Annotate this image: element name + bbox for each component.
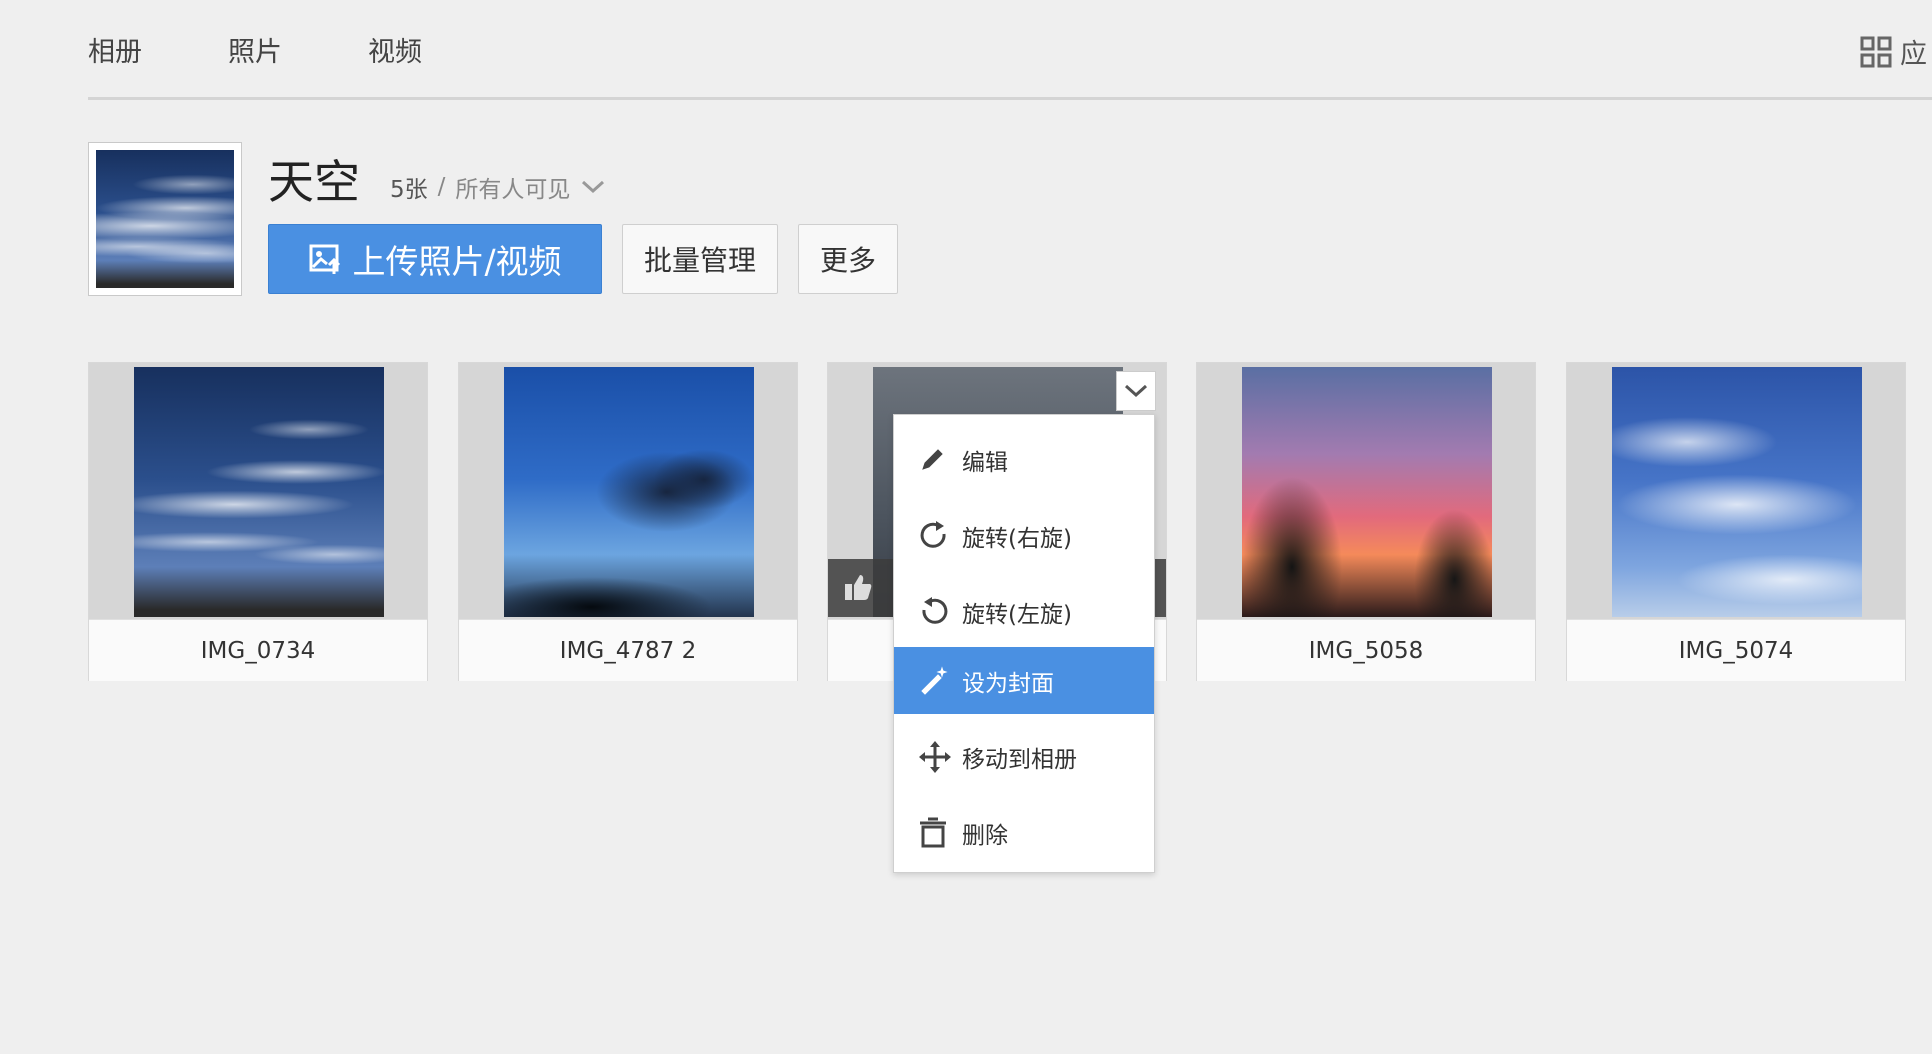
- photo-thumbnail[interactable]: [504, 367, 754, 617]
- tab-albums[interactable]: 相册: [88, 30, 142, 69]
- photo-card[interactable]: IMG_5074: [1566, 362, 1906, 681]
- rotate-left-icon: [922, 596, 948, 624]
- meta-separator: /: [437, 174, 446, 200]
- apps-label: 应: [1900, 39, 1927, 70]
- photo-thumbnail[interactable]: [1612, 367, 1862, 617]
- menu-item-move-to-album[interactable]: 移动到相册: [894, 723, 1154, 790]
- thumb-area: [459, 363, 797, 619]
- menu-item-set-cover[interactable]: 设为封面: [894, 647, 1154, 714]
- magic-wand-icon: [921, 665, 948, 695]
- menu-item-rotate-right[interactable]: 旋转(右旋): [894, 502, 1154, 569]
- move-icon: [919, 740, 951, 773]
- top-nav: 相册 照片 视频 应: [0, 0, 1932, 100]
- photo-card[interactable]: IMG_4787 2: [458, 362, 798, 681]
- photo-thumbnail[interactable]: [134, 367, 384, 617]
- menu-item-label: 旋转(右旋): [962, 525, 1072, 552]
- menu-item-label: 旋转(左旋): [962, 601, 1072, 628]
- photo-name: IMG_5074: [1567, 619, 1905, 681]
- photo-card[interactable]: IMG_5058: [1196, 362, 1536, 681]
- chevron-down-icon: [1124, 384, 1148, 398]
- menu-item-label: 设为封面: [962, 670, 1054, 697]
- thumbs-up-icon[interactable]: [842, 571, 874, 603]
- visibility-dropdown[interactable]: 所有人可见: [455, 170, 570, 204]
- grid-icon: [1860, 36, 1892, 67]
- photo-thumbnail[interactable]: [1242, 367, 1492, 617]
- photo-dropdown-toggle[interactable]: [1116, 371, 1156, 411]
- menu-item-edit[interactable]: 编辑: [894, 426, 1154, 493]
- photo-name: IMG_4787 2: [459, 619, 797, 681]
- photo-context-menu: 编辑 旋转(右旋) 旋转(左旋) 设为封面 移动到相册 删除: [893, 414, 1155, 873]
- menu-item-label: 移动到相册: [962, 746, 1077, 773]
- menu-item-label: 删除: [962, 822, 1008, 849]
- photo-count: 5张: [390, 177, 428, 203]
- thumb-area: [1567, 363, 1905, 619]
- tab-photos[interactable]: 照片: [228, 30, 282, 69]
- upload-button[interactable]: 上传照片/视频: [268, 224, 602, 294]
- thumb-area: [1197, 363, 1535, 619]
- album-title: 天空: [268, 155, 360, 209]
- trash-icon: [920, 817, 946, 847]
- album-cover-image: [96, 150, 234, 288]
- upload-image-icon: [309, 244, 341, 274]
- apps-button[interactable]: 应: [1860, 32, 1927, 71]
- tab-videos[interactable]: 视频: [368, 30, 422, 69]
- album-cover[interactable]: [88, 142, 242, 296]
- thumb-area: [89, 363, 427, 619]
- rotate-right-icon: [920, 520, 946, 548]
- upload-button-label: 上传照片/视频: [352, 242, 562, 281]
- photo-card[interactable]: IMG_0734: [88, 362, 428, 681]
- more-button[interactable]: 更多: [798, 224, 898, 294]
- batch-manage-button[interactable]: 批量管理: [622, 224, 778, 294]
- pencil-icon: [922, 448, 943, 470]
- nav-divider: [88, 97, 1932, 100]
- chevron-down-icon[interactable]: [580, 179, 606, 195]
- menu-item-label: 编辑: [962, 449, 1008, 476]
- photo-name: IMG_5058: [1197, 619, 1535, 681]
- photo-name: IMG_0734: [89, 619, 427, 681]
- menu-item-rotate-left[interactable]: 旋转(左旋): [894, 578, 1154, 645]
- menu-item-delete[interactable]: 删除: [894, 799, 1154, 866]
- album-meta: 5张 / 所有人可见: [390, 170, 606, 204]
